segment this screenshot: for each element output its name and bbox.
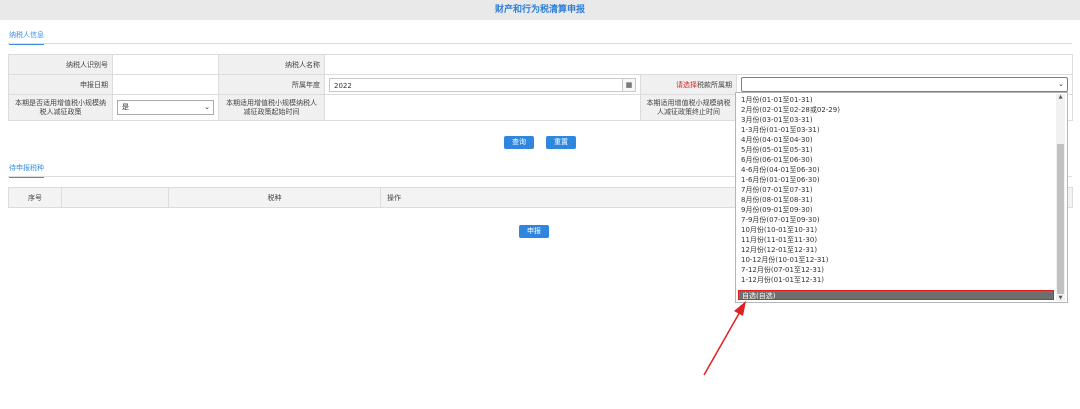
annotation-arrow xyxy=(703,301,746,376)
annotation-arrow-head xyxy=(734,301,746,316)
annotation-arrow-line xyxy=(703,309,742,376)
